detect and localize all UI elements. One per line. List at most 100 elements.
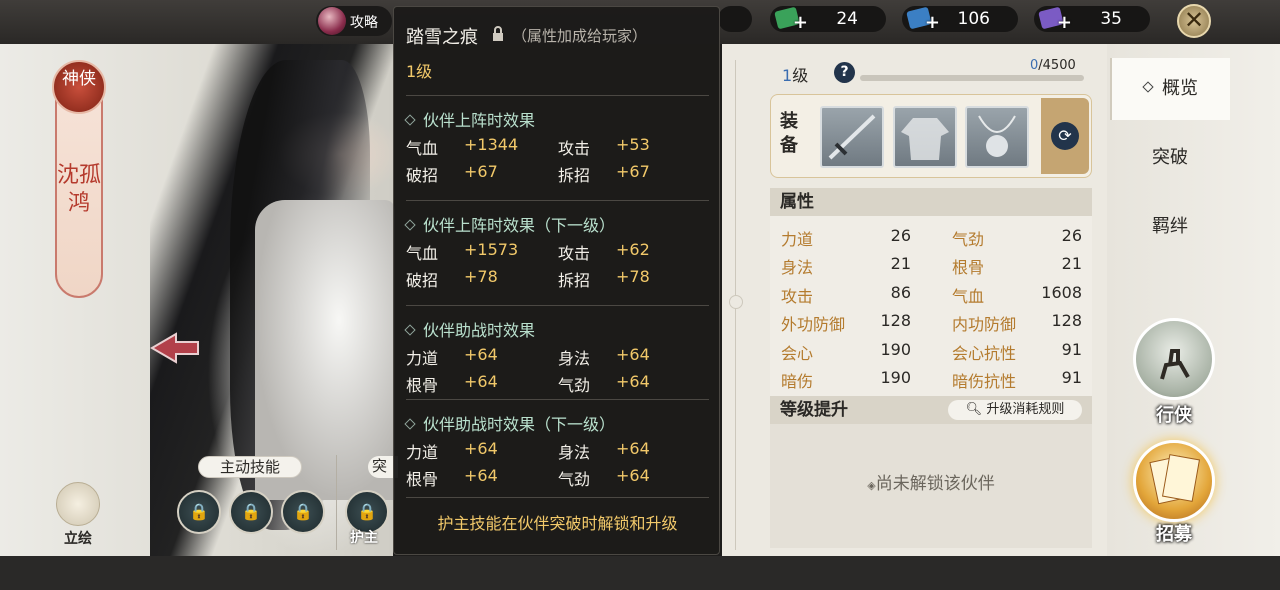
- tooltip-stat-value: +1344: [464, 135, 519, 154]
- attribute-value: 26: [1061, 226, 1082, 245]
- diamond-icon: [404, 219, 416, 231]
- zhaomu-label: 招募: [1156, 524, 1192, 545]
- attributes-header: 属性: [770, 188, 1092, 216]
- tab-breakthrough-label: 突破: [1152, 147, 1188, 168]
- green-ticket-icon: +: [772, 5, 808, 33]
- equipment-label: 装备: [780, 111, 798, 156]
- tooltip-stat-name: 根骨: [406, 470, 439, 489]
- tooltip-section-label: 伙伴助战时效果（下一级）: [423, 415, 616, 434]
- tooltip-stat-value: +64: [464, 466, 498, 485]
- attribute-name: 身法: [781, 258, 814, 278]
- attribute-value: 91: [1061, 368, 1082, 387]
- tooltip-stat-value: +64: [616, 345, 650, 364]
- attribute-value: 190: [880, 368, 911, 387]
- tooltip-section-title: 伙伴助战时效果（下一级）: [404, 411, 616, 435]
- refresh-icon: ⟳: [1051, 122, 1079, 150]
- tooltip-stat-name: 攻击: [558, 244, 591, 263]
- tooltip-stat-name: 身法: [558, 349, 591, 368]
- accessory-slot[interactable]: [965, 106, 1029, 168]
- attribute-value: 26: [890, 226, 911, 245]
- tooltip-title: 踏雪之痕: [406, 27, 478, 48]
- attribute-name: 内功防御: [952, 315, 1017, 335]
- blue-ticket-icon: +: [904, 5, 940, 33]
- attribute-value: 21: [890, 254, 911, 274]
- tooltip-stat-value: +64: [464, 345, 498, 364]
- tooltip-stat-name: 攻击: [558, 139, 591, 158]
- equipment-swap-button[interactable]: ⟳: [1041, 98, 1089, 174]
- robe-icon: [901, 118, 949, 160]
- tooltip-note: （属性加成给玩家）: [512, 27, 648, 45]
- diamond-icon: [404, 114, 416, 126]
- hero-rank-badge: 神侠: [52, 60, 106, 114]
- resource-partial: [718, 6, 752, 32]
- attribute-name: 气血: [952, 286, 985, 306]
- tooltip-level: 1级: [406, 62, 433, 81]
- background-calligraphy: [14, 75, 44, 495]
- bottom-bar: [0, 556, 1280, 590]
- attribute-name: 根骨: [952, 258, 985, 278]
- hero-armor-art: [255, 200, 395, 500]
- diamond-icon: [404, 418, 416, 430]
- zhaomu-button[interactable]: [1133, 440, 1215, 522]
- tooltip-section-label: 伙伴助战时效果: [423, 321, 536, 340]
- skill-slot-2[interactable]: 🔒: [229, 490, 273, 534]
- tab-breakthrough[interactable]: 突破: [1110, 127, 1230, 189]
- resource-purple-value: 35: [1100, 9, 1122, 29]
- portrait-icon[interactable]: [56, 482, 100, 526]
- tooltip-stat-name: 拆招: [558, 271, 591, 290]
- skill-slot-1[interactable]: 🔒: [177, 490, 221, 534]
- tooltip-stat-value: +67: [616, 162, 650, 181]
- tab-overview-label: 概览: [1162, 78, 1198, 99]
- hero-name: 沈孤鸿: [57, 163, 102, 216]
- xp-max: /4500: [1038, 58, 1076, 73]
- attribute-value: 91: [1061, 339, 1082, 359]
- tooltip-stat-name: 力道: [406, 349, 439, 368]
- tab-bond[interactable]: 羁绊: [1110, 196, 1230, 258]
- upgrade-rule-button[interactable]: 🔍︎ 升级消耗规则: [948, 400, 1082, 420]
- skill-slot-3[interactable]: 🔒: [281, 490, 325, 534]
- attribute-value: 190: [880, 339, 911, 359]
- tooltip-stat-value: +53: [616, 135, 650, 154]
- skill-tooltip: 踏雪之痕 （属性加成给玩家） 1级 伙伴上阵时效果气血 +1344 攻击 +53 破招 +…: [393, 6, 720, 555]
- attribute-name: 会心: [781, 343, 814, 363]
- level-number: 1: [782, 66, 793, 85]
- attribute-value: 21: [1061, 254, 1082, 274]
- active-skill-title: 主动技能: [198, 456, 302, 478]
- guide-avatar-icon: [318, 7, 346, 35]
- attribute-value: 128: [880, 311, 911, 331]
- tooltip-stat-name: 破招: [406, 271, 439, 290]
- guide-button[interactable]: 攻略: [316, 6, 392, 36]
- attribute-name: 暗伤抗性: [952, 372, 1017, 391]
- tooltip-divider: [406, 305, 709, 306]
- game-screen: 攻略 24 + 106 + 35 + ✕ 沈孤鸿 神侠 立绘 主动技能 突 🔒 …: [0, 0, 1280, 590]
- tooltip-stat-value: +78: [616, 267, 650, 286]
- search-icon: 🔍︎: [965, 402, 983, 417]
- xp-progress-bar: [860, 75, 1084, 81]
- xingxia-button[interactable]: [1133, 318, 1215, 400]
- tooltip-stat-value: +64: [464, 372, 498, 391]
- purple-ticket-icon: +: [1036, 5, 1072, 33]
- locked-message: ◈尚未解锁该伙伴: [867, 474, 995, 494]
- diamond-icon: [404, 324, 416, 336]
- tab-overview[interactable]: 概览: [1110, 58, 1230, 120]
- weapon-slot[interactable]: [820, 106, 884, 168]
- pendant-icon: [978, 115, 1016, 157]
- help-icon[interactable]: ?: [834, 62, 855, 83]
- tooltip-footer: 护主技能在伙伴突破时解锁和升级: [437, 514, 678, 533]
- attribute-name: 会心抗性: [952, 343, 1017, 363]
- armor-slot[interactable]: [893, 106, 957, 168]
- tooltip-stat-value: +67: [464, 162, 498, 181]
- tooltip-section-title: 伙伴上阵时效果: [404, 107, 535, 131]
- tooltip-stat-value: +78: [464, 267, 498, 286]
- tooltip-stat-name: 气血: [406, 244, 439, 263]
- close-button[interactable]: ✕: [1177, 4, 1211, 38]
- locked-text: 尚未解锁该伙伴: [875, 474, 995, 494]
- sword-icon: [828, 114, 876, 160]
- tooltip-stat-name: 气劲: [558, 376, 591, 395]
- guide-label: 攻略: [350, 15, 378, 31]
- cards-icon: [1149, 454, 1200, 505]
- tooltip-stat-value: +64: [616, 372, 650, 391]
- back-arrow-icon[interactable]: [150, 330, 200, 366]
- attribute-value: 86: [890, 282, 911, 302]
- attribute-name: 暗伤: [781, 372, 814, 391]
